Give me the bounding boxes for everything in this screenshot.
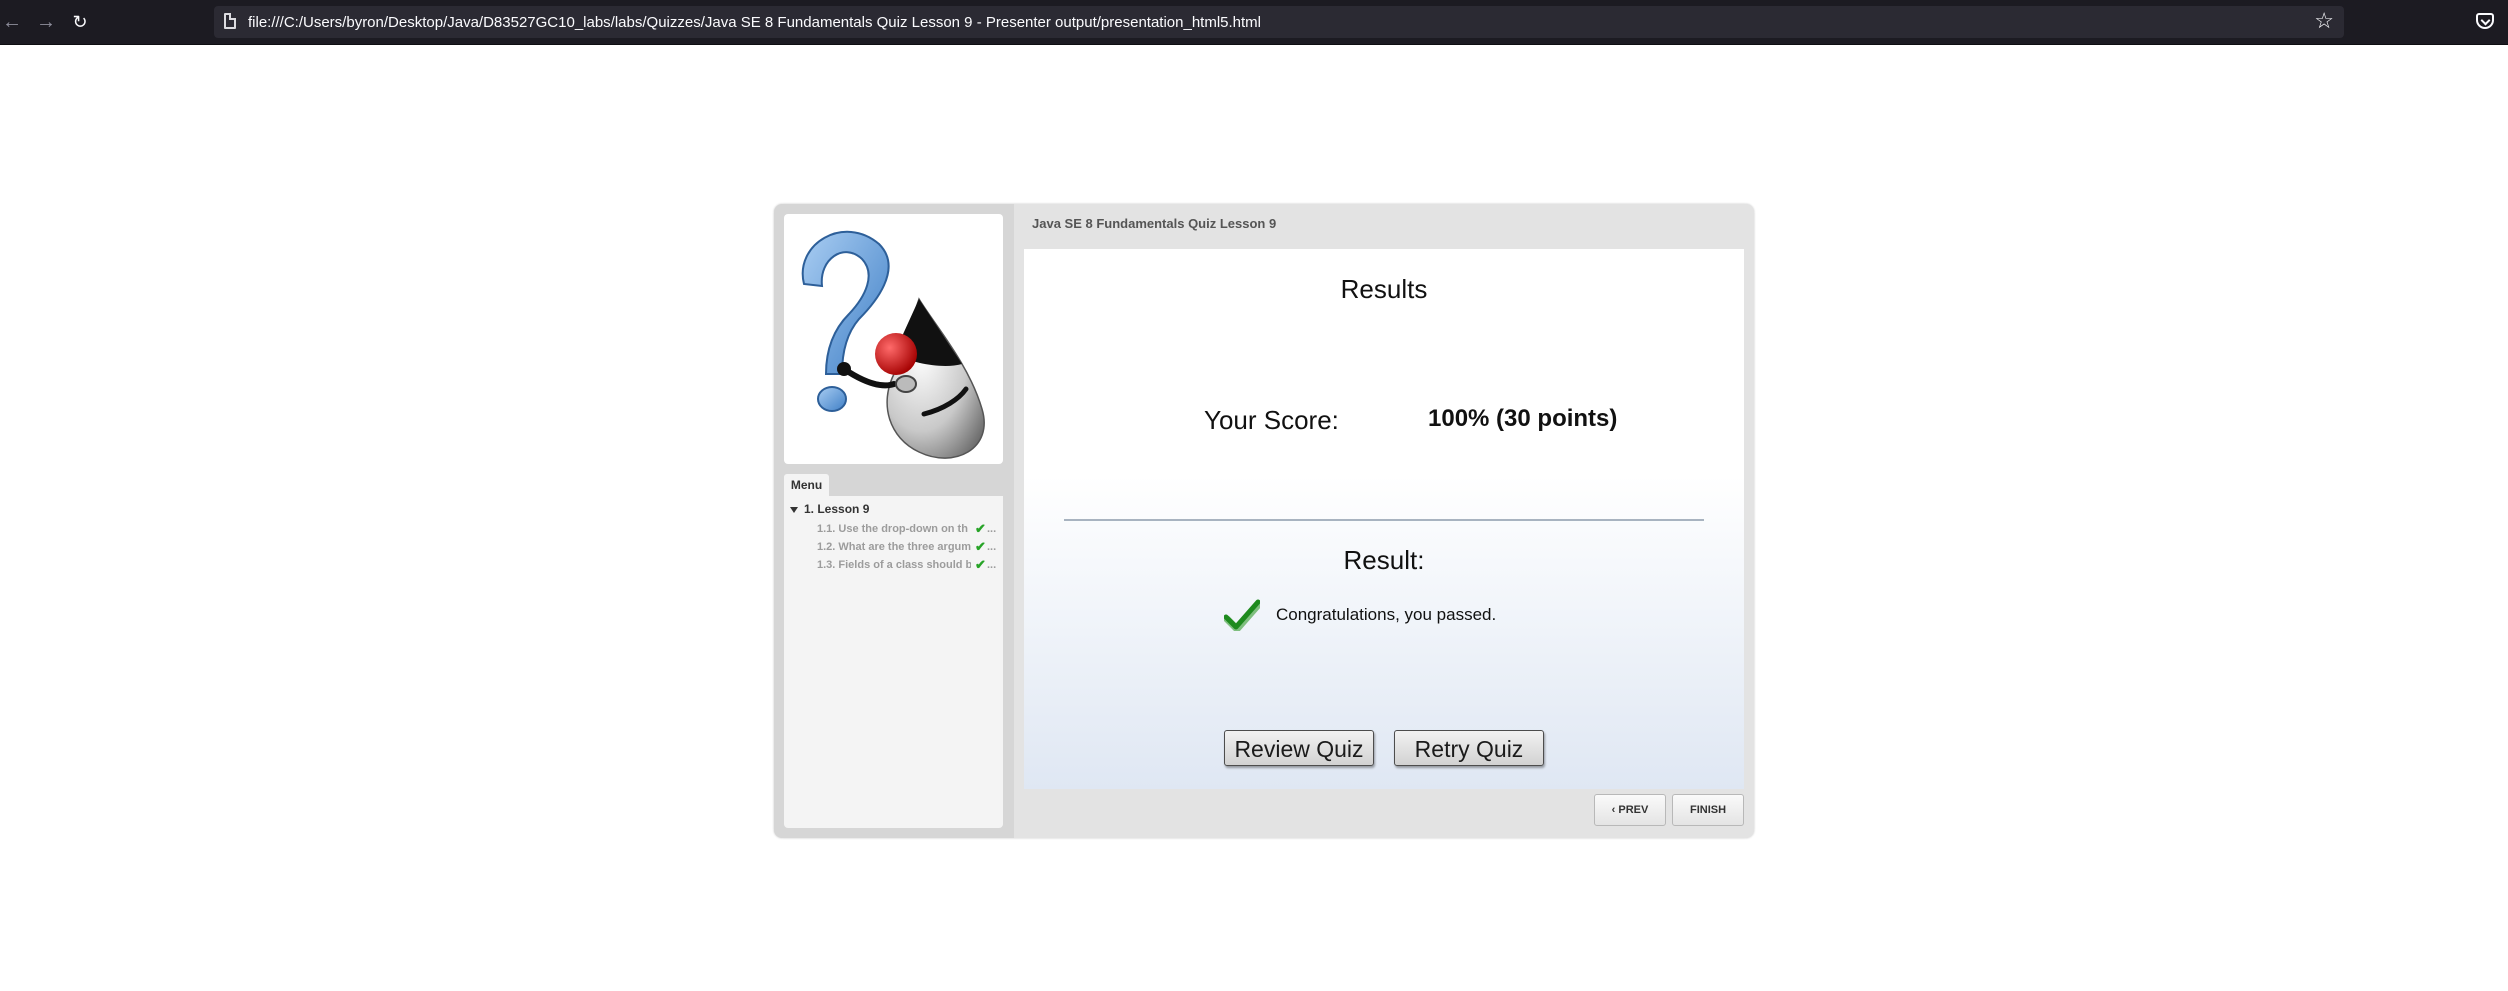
logo bbox=[784, 214, 1003, 464]
bookmark-star-icon[interactable]: ☆ bbox=[2314, 9, 2334, 33]
menu-tab[interactable]: Menu bbox=[784, 474, 829, 496]
page-icon bbox=[224, 13, 236, 29]
prev-label: PREV bbox=[1618, 804, 1649, 816]
pocket-icon[interactable] bbox=[2476, 13, 2494, 29]
prev-button[interactable]: ‹ PREV bbox=[1594, 794, 1666, 826]
browser-toolbar: ← → ↻ file:///C:/Users/byron/Desktop/Jav… bbox=[0, 0, 2508, 45]
review-quiz-button[interactable]: Review Quiz bbox=[1224, 730, 1374, 766]
result-message: Congratulations, you passed. bbox=[1276, 605, 1497, 624]
forward-arrow-icon[interactable]: → bbox=[34, 10, 58, 34]
checkmark-icon: ✔ bbox=[975, 559, 986, 572]
menu-lesson-label: 1. Lesson 9 bbox=[804, 502, 870, 516]
reload-icon[interactable]: ↻ bbox=[68, 10, 92, 34]
menu-item-1-2[interactable]: 1.2. What are the three argum ✔ ... bbox=[817, 541, 997, 557]
quiz-player: Menu 1. Lesson 9 1.1. Use the drop-down … bbox=[774, 204, 1754, 838]
sidebar: Menu 1. Lesson 9 1.1. Use the drop-down … bbox=[774, 204, 1014, 838]
url-text[interactable]: file:///C:/Users/byron/Desktop/Java/D835… bbox=[248, 14, 1261, 31]
quiz-title: Java SE 8 Fundamentals Quiz Lesson 9 bbox=[1032, 216, 1277, 231]
menu-lesson[interactable]: 1. Lesson 9 bbox=[790, 502, 869, 516]
menu-panel: 1. Lesson 9 1.1. Use the drop-down on th… bbox=[784, 496, 1003, 828]
retry-quiz-button[interactable]: Retry Quiz bbox=[1394, 730, 1544, 766]
divider bbox=[1064, 519, 1704, 521]
menu-item-1-1[interactable]: 1.1. Use the drop-down on th ✔ ... bbox=[817, 523, 997, 539]
checkmark-icon bbox=[1224, 599, 1260, 631]
checkmark-icon: ✔ bbox=[975, 523, 986, 536]
score-label: Your Score: bbox=[1204, 405, 1339, 435]
results-heading: Results bbox=[1340, 274, 1428, 304]
checkmark-icon: ✔ bbox=[975, 541, 986, 554]
finish-button[interactable]: FINISH bbox=[1672, 794, 1744, 826]
menu-item-label: 1.3. Fields of a class should b bbox=[817, 559, 971, 571]
menu-item-label: 1.2. What are the three argum bbox=[817, 541, 971, 553]
triangle-down-icon[interactable] bbox=[790, 506, 798, 513]
menu-item-ellipsis: ... bbox=[987, 523, 997, 535]
menu-item-ellipsis: ... bbox=[987, 559, 997, 571]
back-arrow-icon[interactable]: ← bbox=[0, 10, 24, 34]
menu-item-1-3[interactable]: 1.3. Fields of a class should b ✔ ... bbox=[817, 559, 997, 575]
score-value: 100% (30 points) bbox=[1428, 405, 1618, 432]
address-bar[interactable]: file:///C:/Users/byron/Desktop/Java/D835… bbox=[214, 6, 2344, 38]
menu-item-ellipsis: ... bbox=[987, 541, 997, 553]
results-slide: Results Your Score: 100% (30 points) Res… bbox=[1024, 249, 1744, 789]
menu-item-label: 1.1. Use the drop-down on th bbox=[817, 523, 968, 535]
duke-question-mark-image bbox=[801, 230, 985, 459]
result-heading: Result: bbox=[1343, 545, 1425, 575]
